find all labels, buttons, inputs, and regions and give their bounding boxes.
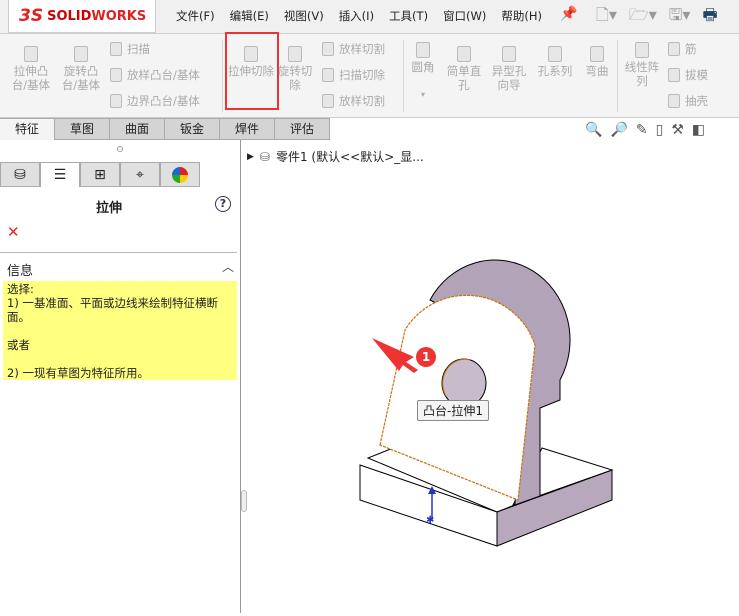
zoom-to-area-icon[interactable]: 🔎	[610, 122, 627, 138]
draft-icon	[668, 68, 680, 82]
loft-cut-button[interactable]: 放样切割	[322, 41, 385, 57]
previous-view-icon[interactable]: ✎	[636, 122, 648, 138]
title-bar: 3S SOLIDWORKS 文件(F) 编辑(E) 视图(V) 插入(I) 工具…	[0, 0, 739, 34]
draft-button[interactable]: 拔模	[668, 67, 708, 83]
ds-logo-icon: 3S	[19, 6, 44, 26]
loft-boss-button[interactable]: 放样凸台/基体	[110, 67, 200, 83]
sweep-icon	[110, 42, 122, 56]
dimxpert-manager-tab[interactable]: ⌖	[120, 162, 160, 187]
boundary-cut-icon	[322, 94, 334, 108]
flex-icon	[590, 46, 604, 62]
simple-hole-button[interactable]: 简单直孔	[443, 46, 485, 92]
fillet-icon	[416, 42, 430, 58]
menu-edit[interactable]: 编辑(E)	[230, 8, 269, 24]
display-style-icon[interactable]: ◧	[692, 122, 705, 138]
property-manager-tab[interactable]: ☰	[40, 162, 80, 187]
command-tabs: 特征 草图 曲面 钣金 焊件 评估	[0, 118, 330, 140]
rib-button[interactable]: 筋	[668, 41, 697, 57]
svg-text:✱: ✱	[426, 515, 434, 526]
sweep-cut-button[interactable]: 扫描切除	[322, 67, 385, 83]
rib-icon	[668, 42, 680, 56]
flex-button[interactable]: 弯曲	[580, 46, 614, 78]
extrude-boss-icon	[24, 46, 38, 62]
tab-surfaces[interactable]: 曲面	[110, 118, 165, 140]
fillet-button[interactable]: 圆角 ▾	[408, 42, 438, 102]
sweep-cut-icon	[322, 68, 334, 82]
extrude-boss-button[interactable]: 拉伸凸台/基体	[8, 46, 54, 92]
revolve-cut-icon	[288, 46, 302, 62]
menu-insert[interactable]: 插入(I)	[339, 8, 374, 24]
heads-up-toolbar: 🔍 🔎 ✎ ▯ ⚒ ◧	[585, 122, 705, 138]
feature-tree-root[interactable]: ▶ ⛁ 零件1 (默认<<默认>_显...	[247, 148, 424, 165]
menu-tools[interactable]: 工具(T)	[389, 8, 428, 24]
tab-weldments[interactable]: 焊件	[220, 118, 275, 140]
new-file-icon[interactable]: 🗋▾	[596, 4, 617, 31]
section-view-icon[interactable]: ▯	[656, 122, 664, 138]
solidworks-logo[interactable]: 3S SOLIDWORKS	[8, 0, 156, 33]
menu-window[interactable]: 窗口(W)	[443, 8, 486, 24]
collapse-chevron-icon[interactable]: ︿	[222, 258, 234, 275]
sweep-button[interactable]: 扫描	[110, 41, 150, 57]
boundary-boss-button[interactable]: 边界凸台/基体	[110, 93, 200, 109]
tab-features[interactable]: 特征	[0, 118, 55, 140]
panel-grip[interactable]	[117, 146, 123, 152]
display-manager-tab[interactable]	[160, 162, 200, 187]
configuration-manager-tab[interactable]: ⊞	[80, 162, 120, 187]
hole-series-button[interactable]: 孔系列	[533, 46, 577, 78]
info-section-header[interactable]: 信息	[7, 260, 33, 279]
simple-hole-icon	[457, 46, 471, 62]
tab-evaluate[interactable]: 评估	[275, 118, 330, 140]
menu-file[interactable]: 文件(F)	[176, 8, 215, 24]
panel-title: 拉伸	[95, 201, 122, 216]
tab-sheet-metal[interactable]: 钣金	[165, 118, 220, 140]
property-manager: ⛁ ☰ ⊞ ⌖ 拉伸 ? ✕ 信息 ︿ 选择: 1) 一基准面、平面或边线来绘制…	[0, 140, 241, 613]
help-icon[interactable]: ?	[215, 196, 231, 212]
highlight-box	[225, 32, 279, 110]
feature-manager-tab[interactable]: ⛁	[0, 162, 40, 187]
linear-pattern-button[interactable]: 线性阵列	[622, 42, 662, 88]
boundary-cut-button[interactable]: 放样切割	[322, 93, 385, 109]
menu-help[interactable]: 帮助(H)	[501, 8, 542, 24]
part-model: ✱	[359, 259, 614, 547]
revolve-boss-icon	[74, 46, 88, 62]
loft-cut-icon	[322, 42, 334, 56]
view-orientation-icon[interactable]: ⚒	[671, 122, 684, 138]
print-icon[interactable]: 🖶	[702, 4, 717, 31]
command-manager: 拉伸凸台/基体 旋转凸台/基体 扫描 放样凸台/基体 边界凸台/基体 拉伸切除 …	[0, 34, 739, 118]
menu-view[interactable]: 视图(V)	[284, 8, 324, 24]
pin-icon[interactable]: 📌	[560, 6, 577, 22]
shell-icon	[668, 94, 680, 108]
hole-series-icon	[548, 46, 562, 62]
cancel-button[interactable]: ✕	[7, 223, 20, 241]
revolve-boss-button[interactable]: 旋转凸台/基体	[58, 46, 104, 92]
save-icon[interactable]: 🖫▾	[669, 4, 691, 31]
hole-wizard-icon	[502, 46, 516, 62]
linear-pattern-icon	[635, 42, 649, 58]
expand-arrow-icon[interactable]: ▶	[247, 152, 254, 162]
open-file-icon[interactable]: 🗁▾	[629, 4, 657, 31]
part-icon: ⛁	[259, 149, 270, 164]
step-badge: 1	[416, 347, 436, 367]
tab-sketch[interactable]: 草图	[55, 118, 110, 140]
boundary-boss-icon	[110, 94, 122, 108]
info-message: 选择: 1) 一基准面、平面或边线来绘制特征横断面。 或者 2) 一现有草图为特…	[3, 281, 237, 380]
graphics-area[interactable]: ✱	[242, 140, 739, 613]
hole-wizard-button[interactable]: 异型孔向导	[488, 46, 530, 92]
feature-tooltip: 凸台-拉伸1	[417, 400, 489, 421]
revolve-cut-button[interactable]: 旋转切除	[276, 46, 314, 92]
shell-button[interactable]: 抽壳	[668, 93, 708, 109]
loft-boss-icon	[110, 68, 122, 82]
menu-bar: 文件(F) 编辑(E) 视图(V) 插入(I) 工具(T) 窗口(W) 帮助(H…	[176, 8, 542, 24]
zoom-to-fit-icon[interactable]: 🔍	[585, 122, 602, 138]
